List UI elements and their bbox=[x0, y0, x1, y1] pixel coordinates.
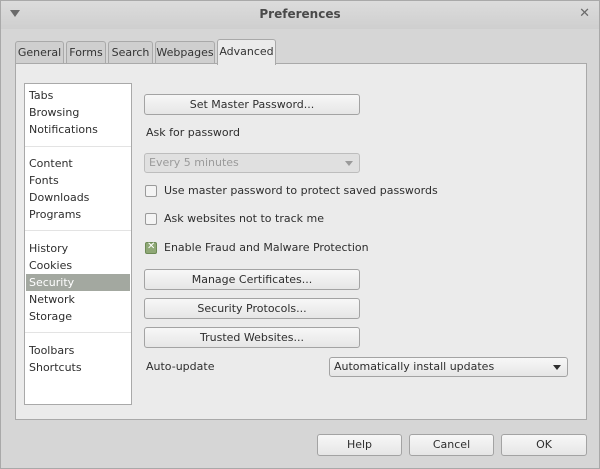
sidebar-item-content[interactable]: Content bbox=[26, 155, 130, 172]
sidebar-item-security[interactable]: Security bbox=[26, 274, 130, 291]
sidebar-item-fonts[interactable]: Fonts bbox=[26, 172, 130, 189]
help-button[interactable]: Help bbox=[317, 434, 402, 456]
security-protocols-button[interactable]: Security Protocols... bbox=[144, 298, 360, 319]
sidebar-item-downloads[interactable]: Downloads bbox=[26, 189, 130, 206]
tab-webpages[interactable]: Webpages bbox=[155, 41, 215, 64]
auto-update-select[interactable]: Automatically install updates bbox=[329, 357, 568, 377]
sidebar-item-tabs[interactable]: Tabs bbox=[26, 87, 130, 104]
sidebar-item-cookies[interactable]: Cookies bbox=[26, 257, 130, 274]
tab-advanced[interactable]: Advanced bbox=[217, 39, 276, 65]
manage-certificates-button[interactable]: Manage Certificates... bbox=[144, 269, 360, 290]
sidebar-item-notifications[interactable]: Notifications bbox=[26, 121, 130, 138]
sidebar-divider bbox=[25, 332, 131, 333]
sidebar-item-browsing[interactable]: Browsing bbox=[26, 104, 130, 121]
advanced-panel: Tabs Browsing Notifications Content Font… bbox=[15, 63, 587, 420]
fraud-protection-label: Enable Fraud and Malware Protection bbox=[164, 241, 369, 254]
tab-search[interactable]: Search bbox=[108, 41, 153, 64]
use-master-password-checkbox[interactable] bbox=[145, 185, 157, 197]
fraud-protection-checkbox[interactable]: ✕ bbox=[145, 241, 157, 254]
dropdown-arrow-icon bbox=[553, 365, 561, 370]
use-master-password-label: Use master password to protect saved pas… bbox=[164, 184, 438, 197]
ask-for-password-value: Every 5 minutes bbox=[149, 156, 239, 169]
sidebar-divider bbox=[25, 230, 131, 231]
window-title: Preferences bbox=[259, 7, 341, 21]
preferences-window: Preferences ✕ General Forms Search Webpa… bbox=[0, 0, 600, 469]
dropdown-arrow-icon bbox=[345, 161, 353, 166]
ask-for-password-label: Ask for password bbox=[146, 126, 240, 139]
trusted-websites-button[interactable]: Trusted Websites... bbox=[144, 327, 360, 348]
close-icon[interactable]: ✕ bbox=[579, 7, 590, 21]
sidebar-item-history[interactable]: History bbox=[26, 240, 130, 257]
do-not-track-label: Ask websites not to track me bbox=[164, 212, 324, 225]
ok-button[interactable]: OK bbox=[501, 434, 587, 456]
sidebar-item-network[interactable]: Network bbox=[26, 291, 130, 308]
sidebar-item-programs[interactable]: Programs bbox=[26, 206, 130, 223]
checkmark-icon: ✕ bbox=[147, 241, 156, 252]
set-master-password-button[interactable]: Set Master Password... bbox=[144, 94, 360, 115]
do-not-track-checkbox[interactable] bbox=[145, 213, 157, 225]
tab-forms[interactable]: Forms bbox=[66, 41, 106, 64]
title-bar: Preferences ✕ bbox=[1, 1, 599, 29]
sidebar-item-toolbars[interactable]: Toolbars bbox=[26, 342, 130, 359]
category-list: Tabs Browsing Notifications Content Font… bbox=[24, 83, 132, 405]
tab-general[interactable]: General bbox=[15, 41, 64, 64]
auto-update-label: Auto-update bbox=[146, 360, 215, 373]
ask-for-password-select[interactable]: Every 5 minutes bbox=[144, 153, 360, 173]
cancel-button[interactable]: Cancel bbox=[409, 434, 494, 456]
sidebar-item-shortcuts[interactable]: Shortcuts bbox=[26, 359, 130, 376]
auto-update-value: Automatically install updates bbox=[334, 360, 495, 373]
sidebar-item-storage[interactable]: Storage bbox=[26, 308, 130, 325]
sidebar-divider bbox=[25, 146, 131, 147]
